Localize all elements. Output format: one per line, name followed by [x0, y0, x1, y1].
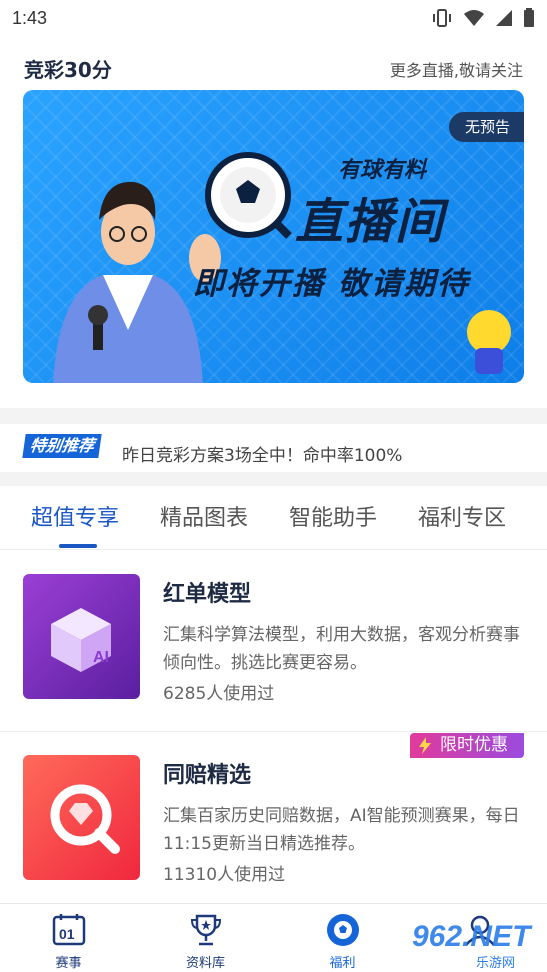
tab-welfare[interactable]: 福利专区	[418, 500, 506, 532]
nav-item-welfare[interactable]: 福利	[274, 904, 411, 972]
wifi-icon	[464, 10, 484, 26]
special-recommend-badge: 特别推荐	[22, 434, 102, 458]
ai-cube-icon: AI	[23, 574, 140, 699]
svg-text:AI: AI	[93, 649, 109, 666]
live-banner[interactable]: 无预告 有球有料 直播间 即将开播 敬请期待	[23, 90, 524, 383]
banner-subheadline: 即将开播 敬请期待	[193, 266, 470, 302]
diamond-search-icon	[23, 755, 140, 880]
soccer-ball-icon	[326, 914, 359, 946]
list-item[interactable]: 同赔精选 汇集百家历史同赔数据，AI智能预测赛果，每日11:15更新当日精选推荐…	[0, 732, 547, 902]
usage-count: 11310人使用过	[163, 865, 286, 885]
page-title: 竞彩30分	[24, 58, 112, 82]
nav-label: 赛事	[55, 956, 82, 971]
recommend-text[interactable]: 昨日竞彩方案3场全中！命中率100%	[122, 441, 402, 466]
status-icons	[431, 8, 535, 28]
usage-count: 6285人使用过	[163, 684, 275, 704]
list-item[interactable]: AI 红单模型 汇集科学算法模型，利用大数据，客观分析赛事倾向性。挑选比赛更容易…	[0, 551, 547, 731]
battery-icon	[524, 8, 534, 27]
tab-assistant[interactable]: 智能助手	[289, 500, 377, 532]
banner-tagline: 有球有料	[338, 158, 427, 183]
scoreboard-icon: 01	[52, 914, 85, 946]
nav-item-events[interactable]: 01 赛事	[0, 904, 137, 972]
more-live-link[interactable]: 更多直播,敬请关注	[390, 57, 523, 81]
tab-indicator	[59, 544, 97, 548]
no-schedule-badge: 无预告	[448, 112, 524, 142]
signal-icon	[496, 10, 512, 26]
watermark-sub: 乐游网	[476, 956, 516, 971]
card-description: 汇集科学算法模型，利用大数据，客观分析赛事倾向性。挑选比赛更容易。	[163, 625, 520, 673]
category-tabs: 超值专享 精品图表 智能助手 福利专区	[0, 486, 547, 550]
nav-label: 资料库	[185, 956, 225, 971]
status-bar: 1:43	[0, 0, 547, 38]
card-title: 红单模型	[163, 582, 252, 607]
microphone-icon	[467, 310, 511, 374]
card-title: 同赔精选	[163, 763, 252, 788]
svg-text:01: 01	[59, 926, 75, 942]
trophy-icon	[190, 914, 221, 946]
vibrate-icon	[433, 9, 451, 27]
section-divider	[0, 472, 547, 486]
banner-headline: 直播间	[295, 194, 446, 250]
card-description: 汇集百家历史同赔数据，AI智能预测赛果，每日11:15更新当日精选推荐。	[163, 806, 520, 854]
tab-charts[interactable]: 精品图表	[160, 500, 248, 532]
nav-item-database[interactable]: 资料库	[137, 904, 274, 972]
status-time: 1:43	[12, 8, 48, 28]
section-divider	[0, 408, 547, 424]
soccer-ball-icon	[205, 152, 292, 239]
watermark-logo: 962.NET	[412, 920, 531, 953]
nav-label: 福利	[329, 956, 356, 971]
tab-super-value[interactable]: 超值专享	[31, 500, 119, 532]
